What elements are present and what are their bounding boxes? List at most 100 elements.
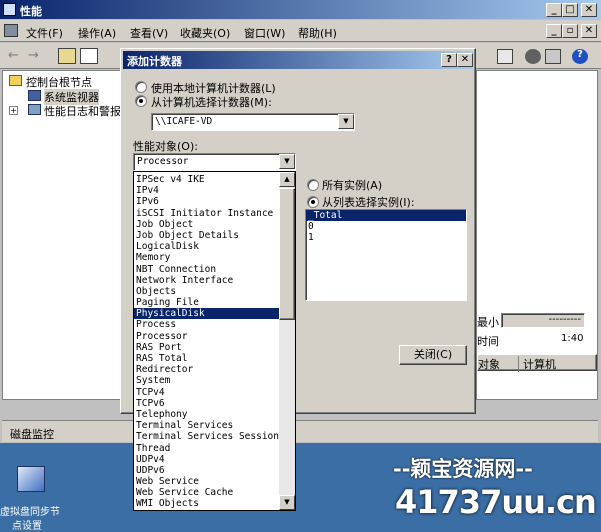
list-scrollbar[interactable]: ▲ ▼ <box>279 172 295 510</box>
object-list-item[interactable]: Processor <box>134 331 280 342</box>
desktop-icon-label-2[interactable]: 点设置 <box>12 517 42 532</box>
instance-list-item[interactable]: 1 <box>306 232 466 243</box>
object-list-item[interactable]: Telephony <box>134 409 280 420</box>
computer-combo[interactable]: \\ICAFE-VD ▼ <box>151 113 355 131</box>
mdi-close-button[interactable]: ✕ <box>581 24 597 38</box>
mdi-restore-button[interactable]: ▫ <box>562 24 578 38</box>
computer-value: \\ICAFE-VD <box>155 116 213 127</box>
maximize-button[interactable]: □ <box>562 3 578 17</box>
object-list-item[interactable]: Paging File <box>134 297 280 308</box>
object-list-item[interactable]: Terminal Services Session <box>134 431 280 442</box>
object-list-item[interactable]: Process <box>134 319 280 330</box>
radio-remote[interactable] <box>135 95 147 107</box>
radio-local[interactable] <box>135 81 147 93</box>
properties-icon[interactable] <box>545 49 561 64</box>
chart-area <box>477 71 597 311</box>
menu-help[interactable]: 帮助(H) <box>298 25 337 41</box>
menu-file[interactable]: 文件(F) <box>26 25 63 41</box>
monitor-icon <box>28 90 41 101</box>
object-list-item[interactable]: TCPv4 <box>134 387 280 398</box>
scroll-thumb[interactable] <box>279 188 295 320</box>
main-title-bar: 性能 _ □ ✕ <box>0 0 601 19</box>
scroll-up-icon[interactable]: ▲ <box>279 172 295 187</box>
expand-icon[interactable]: + <box>9 106 18 115</box>
menu-icon <box>4 24 18 37</box>
up-folder-icon[interactable] <box>58 48 76 64</box>
forward-arrow-icon[interactable]: → <box>28 48 39 63</box>
instance-list-item[interactable]: 0 <box>306 221 466 232</box>
object-list-item[interactable]: IPv4 <box>134 185 280 196</box>
object-list-item[interactable]: RAS Total <box>134 353 280 364</box>
tree-root[interactable]: 控制台根节点 <box>26 74 92 90</box>
object-list-item[interactable]: IPSec v4 IKE <box>134 174 280 185</box>
mdi-minimize-button[interactable]: _ <box>546 24 562 38</box>
dialog-title-bar: 添加计数器 ? ✕ <box>123 51 473 69</box>
all-instances-label[interactable]: 所有实例(A) <box>322 177 382 193</box>
object-list-item[interactable]: Web Service Cache <box>134 487 280 498</box>
object-list-item[interactable]: RAS Port <box>134 342 280 353</box>
col-computer[interactable]: 计算机 <box>518 356 556 372</box>
close-window-button[interactable]: ✕ <box>581 3 597 17</box>
desktop-app-icon[interactable] <box>17 466 45 492</box>
freeze-icon[interactable] <box>525 49 541 64</box>
object-list-item[interactable]: LogicalDisk <box>134 241 280 252</box>
window-title: 性能 <box>20 5 42 18</box>
counter-table-header: 对象 计算机 <box>477 354 597 372</box>
menu-view[interactable]: 查看(V) <box>130 25 168 41</box>
minimize-button[interactable]: _ <box>546 3 562 17</box>
scroll-down-icon[interactable]: ▼ <box>279 495 295 510</box>
object-list-item[interactable]: UDPv4 <box>134 454 280 465</box>
dialog-title: 添加计数器 <box>127 55 182 68</box>
object-list-item[interactable]: Job Object <box>134 219 280 230</box>
radio-all-instances[interactable] <box>307 179 319 191</box>
instance-list[interactable]: _Total 0 1 <box>305 209 467 301</box>
status-text: 磁盘监控 <box>10 428 54 441</box>
menu-favorites[interactable]: 收藏夹(O) <box>180 25 230 41</box>
menu-action[interactable]: 操作(A) <box>78 25 116 41</box>
min-label: 最小 <box>477 316 499 329</box>
select-instances-label[interactable]: 从列表选择实例(I): <box>322 194 415 210</box>
object-list-item[interactable]: Terminal Services <box>134 420 280 431</box>
back-arrow-icon[interactable]: ← <box>8 48 19 63</box>
radio-remote-label[interactable]: 从计算机选择计数器(M): <box>151 94 272 110</box>
perf-object-dropdown-icon[interactable]: ▼ <box>279 154 295 169</box>
object-list-item[interactable]: NBT Connection <box>134 264 280 275</box>
object-list-item[interactable]: WMI Objects <box>134 498 280 509</box>
object-list-item[interactable]: Redirector <box>134 364 280 375</box>
log-icon <box>28 104 41 115</box>
tree-perf-logs[interactable]: 性能日志和警报 <box>44 103 121 119</box>
close-button[interactable]: 关闭(C) <box>399 345 467 365</box>
folder-icon <box>9 75 22 86</box>
time-value: 1:40 <box>561 333 584 344</box>
perf-object-list[interactable]: IPSec v4 IKE IPv4 IPv6 iSCSI Initiator Inst… <box>133 171 296 511</box>
object-list-item[interactable]: Thread <box>134 443 280 454</box>
paste-icon[interactable] <box>497 49 513 64</box>
object-list-item[interactable]: iSCSI Initiator Instance <box>134 208 280 219</box>
show-tree-icon[interactable] <box>80 48 98 64</box>
perf-object-combo[interactable]: Processor ▼ <box>133 153 296 171</box>
right-pane: 最小 --------- 时间 1:40 对象 计算机 <box>476 70 598 400</box>
computer-dropdown-icon[interactable]: ▼ <box>338 114 354 129</box>
object-list-item[interactable]: System <box>134 375 280 386</box>
help-icon[interactable]: ? <box>572 49 588 64</box>
object-list-item[interactable]: Network Interface <box>134 275 280 286</box>
object-list-item[interactable]: Objects <box>134 286 280 297</box>
object-list-item[interactable]: PhysicalDisk <box>134 308 280 320</box>
object-list-item[interactable]: Job Object Details <box>134 230 280 241</box>
object-list-item[interactable]: Web Service <box>134 476 280 487</box>
menu-window[interactable]: 窗口(W) <box>244 25 285 41</box>
close-button-label: 关闭(C) <box>413 348 453 361</box>
add-counters-dialog: 添加计数器 ? ✕ 使用本地计算机计数器(L) 从计算机选择计数器(M): \\… <box>120 48 476 511</box>
desktop-icon-label-1[interactable]: 虚拟盘同步节 <box>0 503 60 518</box>
dialog-close-button[interactable]: ✕ <box>457 53 473 67</box>
object-list-item[interactable]: UDPv6 <box>134 465 280 476</box>
app-icon <box>3 3 16 16</box>
object-list-item[interactable]: Memory <box>134 252 280 263</box>
object-list-item[interactable]: TCPv6 <box>134 398 280 409</box>
radio-select-instances[interactable] <box>307 196 319 208</box>
instance-list-item[interactable]: _Total <box>306 210 466 222</box>
object-list-item[interactable]: IPv6 <box>134 196 280 207</box>
perf-object-label: 性能对象(O): <box>133 140 198 153</box>
col-object[interactable]: 对象 <box>478 356 500 372</box>
dialog-help-button[interactable]: ? <box>441 53 457 67</box>
